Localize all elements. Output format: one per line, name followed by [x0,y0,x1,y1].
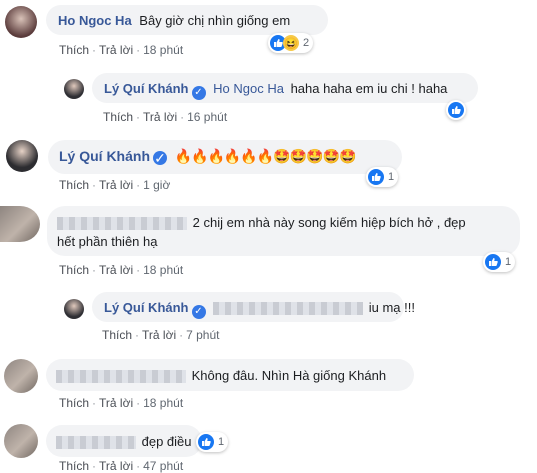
avatar[interactable] [5,6,37,38]
comment-bubble: đẹp điều [46,425,202,457]
comment-time[interactable]: 18 phút [143,43,183,57]
redacted-author [57,217,187,231]
comment-text: Không đâu. Nhìn Hà giống Khánh [191,368,387,383]
reaction-count-number: 2 [303,37,310,49]
comment-bubble: Ho Ngoc Ha Bây giờ chị nhìn giống em [46,5,328,35]
comment-text: đẹp điều [141,434,192,449]
reaction-count[interactable]: 1 [366,167,399,187]
like-link[interactable]: Thích [102,328,132,342]
verified-icon: ✓ [153,150,167,166]
like-icon [485,254,501,270]
reply-link[interactable]: Trả lời [143,110,177,124]
reply-link[interactable]: Trả lời [99,396,133,410]
comment-time[interactable]: 16 phút [187,110,227,124]
like-icon [368,169,384,185]
comment-text: 2 chij em nhà này song kiếm hiệp bích hở… [192,215,466,230]
like-link[interactable]: Thích [59,178,89,192]
comment-author[interactable]: Lý Quí Khánh [59,148,150,164]
avatar[interactable] [64,79,84,99]
avatar[interactable] [4,359,38,393]
comment-text-line2: hết phần thiên hạ [57,234,158,249]
comment-emojis: 🔥🔥🔥🔥🔥🔥🤩🤩🤩🤩🤩 [174,148,357,164]
like-link[interactable]: Thích [103,110,133,124]
comment-actions: Thích · Trả lời · 18 phút [59,263,184,277]
verified-icon: ✓ [191,305,206,319]
comment-text: Bây giờ chị nhìn giống em [139,13,291,28]
avatar[interactable] [64,299,84,319]
comment-bubble: Lý Quí Khánh ✓ 🔥🔥🔥🔥🔥🔥🤩🤩🤩🤩🤩 [48,140,402,174]
like-icon [448,102,464,118]
comment-actions: Thích · Trả lời · 18 phút [59,396,184,410]
comment-time[interactable]: 18 phút [143,396,183,410]
reaction-count[interactable]: 1 [483,252,516,272]
reaction-count-number: 1 [505,256,512,268]
comment-actions: Thích · Trả lời · 47 phút [59,459,184,473]
reply-bubble: Lý Quí Khánh ✓ iu mạ !!! [92,292,415,322]
comment-author[interactable]: Ho Ngoc Ha [58,13,132,28]
mention-tag[interactable]: Ho Ngoc Ha [213,81,284,96]
redacted-author [56,436,136,450]
comment-actions: Thích · Trả lời · 16 phút [103,110,228,124]
avatar[interactable] [6,140,38,172]
like-link[interactable]: Thích [59,263,89,277]
comment-bubble: 2 chij em nhà này song kiếm hiệp bích hở… [47,206,520,256]
like-link[interactable]: Thích [59,396,89,410]
haha-icon: 😆 [283,35,299,51]
comment-time[interactable]: 7 phút [186,328,219,342]
reaction-count[interactable] [446,100,466,120]
comment-text: haha haha em iu chi ! haha [290,81,448,96]
comment-time[interactable]: 1 giờ [143,178,170,192]
redacted-mention [213,302,364,316]
reply-link[interactable]: Trả lời [142,328,176,342]
comment-time[interactable]: 47 phút [143,459,183,473]
reply-bubble: Lý Quí Khánh ✓ Ho Ngoc Ha haha haha em iu… [92,73,478,103]
reply-link[interactable]: Trả lời [99,459,133,473]
reaction-count-number: 1 [388,171,395,183]
comment-actions: Thích · Trả lời · 7 phút [102,328,220,342]
comment-actions: Thích · Trả lời · 18 phút [59,43,184,57]
comment-author[interactable]: Lý Quí Khánh [104,300,189,315]
reaction-count[interactable]: 😆 2 [268,33,314,53]
reaction-count-number: 1 [218,436,225,448]
comment-author[interactable]: Lý Quí Khánh [104,81,189,96]
avatar[interactable] [4,424,38,458]
comment-text: iu mạ !!! [368,300,415,315]
like-icon [198,434,214,450]
verified-icon: ✓ [191,86,206,100]
avatar[interactable] [0,206,40,242]
comment-actions: Thích · Trả lời · 1 giờ [59,178,171,192]
comment-bubble: Không đâu. Nhìn Hà giống Khánh [46,359,414,391]
reply-link[interactable]: Trả lời [99,263,133,277]
like-link[interactable]: Thích [59,459,89,473]
like-link[interactable]: Thích [59,43,89,57]
comment-time[interactable]: 18 phút [143,263,183,277]
reply-link[interactable]: Trả lời [99,43,133,57]
reply-link[interactable]: Trả lời [99,178,133,192]
redacted-author [56,370,186,384]
reaction-count[interactable]: 1 [196,432,229,452]
